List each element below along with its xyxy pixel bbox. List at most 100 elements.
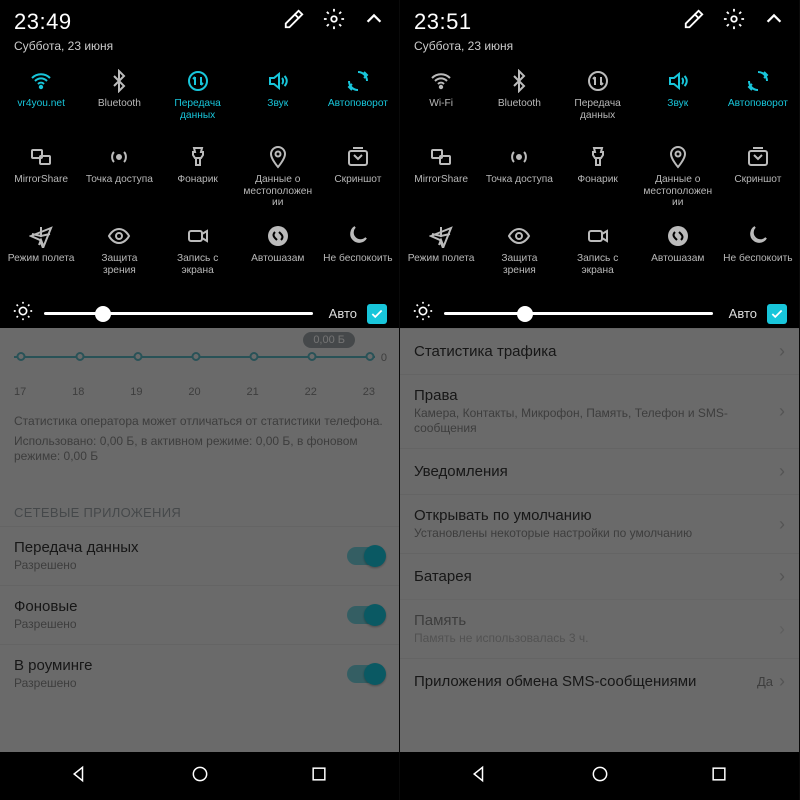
data-icon bbox=[586, 68, 610, 94]
tile-label: Звук bbox=[265, 98, 290, 110]
tile-moon[interactable]: Не беспокоить bbox=[319, 218, 397, 292]
hotspot-icon bbox=[107, 144, 131, 170]
chevron-up-icon[interactable] bbox=[363, 8, 385, 35]
recent-button[interactable] bbox=[279, 754, 359, 799]
gear-icon[interactable] bbox=[723, 8, 745, 35]
brightness-slider[interactable] bbox=[44, 312, 313, 315]
back-button[interactable] bbox=[40, 754, 120, 799]
toggle-switch[interactable] bbox=[347, 606, 385, 624]
tile-label: Скриншот bbox=[332, 174, 383, 186]
wifi-icon bbox=[29, 68, 53, 94]
tile-label: Запись с экрана bbox=[561, 253, 635, 276]
auto-brightness-label: Авто bbox=[729, 306, 757, 321]
airplane-icon bbox=[29, 223, 53, 249]
tile-hotspot[interactable]: Точка доступа bbox=[80, 139, 158, 216]
tile-record[interactable]: Запись с экрана bbox=[559, 218, 637, 292]
recent-button[interactable] bbox=[679, 754, 759, 799]
eye-icon bbox=[107, 223, 131, 249]
tile-mirror[interactable]: MirrorShare bbox=[402, 139, 480, 216]
setting-row[interactable]: ПраваКамера, Контакты, Микрофон, Память,… bbox=[400, 374, 799, 448]
edit-icon[interactable] bbox=[683, 8, 705, 35]
tile-shazam[interactable]: Автошазам bbox=[637, 218, 719, 292]
shazam-icon bbox=[666, 223, 690, 249]
tile-label: Скриншот bbox=[732, 174, 783, 186]
tile-label: Режим полета bbox=[406, 253, 477, 265]
auto-brightness-checkbox[interactable] bbox=[767, 304, 787, 324]
chevron-right-icon: › bbox=[779, 671, 785, 692]
tile-rotate[interactable]: Автоповорот bbox=[319, 63, 397, 137]
tile-location[interactable]: Данные о местоположении bbox=[637, 139, 719, 216]
tile-volume[interactable]: Звук bbox=[637, 63, 719, 137]
tile-shazam[interactable]: Автошазам bbox=[237, 218, 319, 292]
toggle-switch[interactable] bbox=[347, 665, 385, 683]
tile-bluetooth[interactable]: Bluetooth bbox=[480, 63, 558, 137]
tile-flash[interactable]: Фонарик bbox=[159, 139, 237, 216]
brightness-slider[interactable] bbox=[444, 312, 713, 315]
tile-bluetooth[interactable]: Bluetooth bbox=[80, 63, 158, 137]
moon-icon bbox=[746, 223, 770, 249]
tile-label: Режим полета bbox=[6, 253, 77, 265]
rotate-icon bbox=[746, 68, 770, 94]
tile-wifi[interactable]: vr4you.net bbox=[2, 63, 80, 137]
back-button[interactable] bbox=[440, 754, 520, 799]
toggle-switch[interactable] bbox=[347, 547, 385, 565]
tile-hotspot[interactable]: Точка доступа bbox=[480, 139, 558, 216]
tile-label: Не беспокоить bbox=[321, 253, 394, 265]
usage-note: Статистика оператора может отличаться от… bbox=[14, 414, 385, 430]
tile-screenshot[interactable]: Скриншот bbox=[719, 139, 797, 216]
flash-icon bbox=[186, 144, 210, 170]
setting-row[interactable]: Статистика трафика › bbox=[400, 328, 799, 374]
home-button[interactable] bbox=[160, 754, 240, 799]
tile-rotate[interactable]: Автоповорот bbox=[719, 63, 797, 137]
tile-label: Точка доступа bbox=[484, 174, 555, 186]
rotate-icon bbox=[346, 68, 370, 94]
home-button[interactable] bbox=[560, 754, 640, 799]
quick-tiles: vr4you.net Bluetooth Передача данных Зву… bbox=[0, 63, 399, 292]
tile-data[interactable]: Передача данных bbox=[159, 63, 237, 137]
setting-row[interactable]: Передача данныхРазрешено bbox=[0, 526, 399, 585]
tile-volume[interactable]: Звук bbox=[237, 63, 319, 137]
hotspot-icon bbox=[507, 144, 531, 170]
tile-label: Не беспокоить bbox=[721, 253, 794, 265]
setting-row[interactable]: В роумингеРазрешено bbox=[0, 644, 399, 703]
tile-screenshot[interactable]: Скриншот bbox=[319, 139, 397, 216]
tile-label: Защита зрения bbox=[82, 253, 156, 276]
usage-badge: 0,00 Б bbox=[303, 332, 355, 348]
tile-data[interactable]: Передача данных bbox=[559, 63, 637, 137]
tile-eye[interactable]: Защита зрения bbox=[80, 218, 158, 292]
tile-flash[interactable]: Фонарик bbox=[559, 139, 637, 216]
tile-label: Защита зрения bbox=[482, 253, 556, 276]
gear-icon[interactable] bbox=[323, 8, 345, 35]
data-icon bbox=[186, 68, 210, 94]
tile-label: Передача данных bbox=[161, 98, 235, 121]
chevron-up-icon[interactable] bbox=[763, 8, 785, 35]
airplane-icon bbox=[429, 223, 453, 249]
background-content: 0,00 Б 0 17181920212223 Статистика опера… bbox=[0, 328, 399, 800]
auto-brightness-checkbox[interactable] bbox=[367, 304, 387, 324]
bluetooth-icon bbox=[507, 68, 531, 94]
section-header: СЕТЕВЫЕ ПРИЛОЖЕНИЯ bbox=[0, 479, 399, 526]
setting-row[interactable]: Уведомления › bbox=[400, 448, 799, 494]
chevron-right-icon: › bbox=[779, 401, 785, 422]
tile-wifi[interactable]: Wi-Fi bbox=[402, 63, 480, 137]
record-icon bbox=[186, 223, 210, 249]
tile-label: Автоповорот bbox=[726, 98, 790, 110]
tile-mirror[interactable]: MirrorShare bbox=[2, 139, 80, 216]
tile-eye[interactable]: Защита зрения bbox=[480, 218, 558, 292]
edit-icon[interactable] bbox=[283, 8, 305, 35]
tile-moon[interactable]: Не беспокоить bbox=[719, 218, 797, 292]
setting-row[interactable]: Открывать по умолчаниюУстановлены некото… bbox=[400, 494, 799, 553]
tile-label: Автоповорот bbox=[326, 98, 390, 110]
setting-row[interactable]: Приложения обмена SMS-сообщениями Да › bbox=[400, 658, 799, 704]
clock: 23:51 bbox=[414, 9, 472, 35]
setting-row[interactable]: ПамятьПамять не использовалась 3 ч. › bbox=[400, 599, 799, 658]
tile-airplane[interactable]: Режим полета bbox=[2, 218, 80, 292]
setting-row[interactable]: Батарея › bbox=[400, 553, 799, 599]
clock: 23:49 bbox=[14, 9, 72, 35]
chevron-right-icon: › bbox=[779, 461, 785, 482]
tile-label: Запись с экрана bbox=[161, 253, 235, 276]
tile-location[interactable]: Данные о местоположении bbox=[237, 139, 319, 216]
tile-airplane[interactable]: Режим полета bbox=[402, 218, 480, 292]
tile-record[interactable]: Запись с экрана bbox=[159, 218, 237, 292]
setting-row[interactable]: ФоновыеРазрешено bbox=[0, 585, 399, 644]
